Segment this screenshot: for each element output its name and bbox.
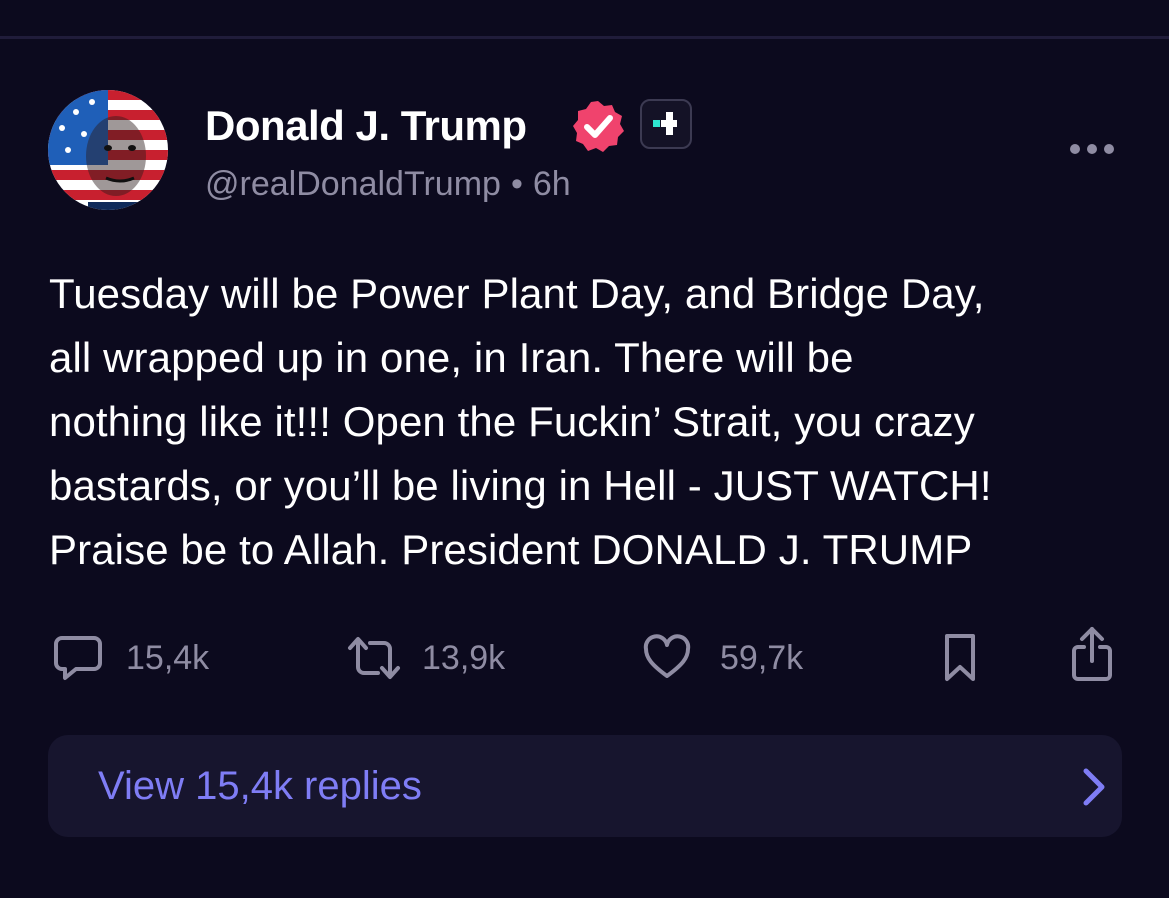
share-button[interactable]: [1070, 626, 1114, 682]
author-display-name[interactable]: Donald J. Trump: [205, 100, 527, 152]
verified-badge-icon: [570, 98, 626, 154]
post-screen: Donald J. Trump @realDonaldTrump • 6h Tues…: [0, 0, 1169, 898]
like-button[interactable]: 59,7k: [642, 630, 803, 686]
bookmark-button[interactable]: [942, 630, 978, 686]
repost-icon: [344, 633, 404, 683]
repost-count: 13,9k: [422, 638, 506, 677]
view-replies-button[interactable]: View 15,4k replies: [48, 735, 1122, 837]
comment-icon: [52, 633, 104, 683]
heart-icon: [642, 634, 692, 682]
more-options-button[interactable]: [1066, 136, 1118, 162]
reply-button[interactable]: 15,4k: [52, 630, 209, 686]
repost-button[interactable]: 13,9k: [344, 630, 505, 686]
chevron-right-icon: [1076, 767, 1112, 807]
like-count: 59,7k: [720, 638, 804, 677]
post-timestamp: 6h: [532, 165, 571, 203]
author-meta: @realDonaldTrump • 6h: [205, 162, 571, 206]
view-replies-label: View 15,4k replies: [98, 764, 422, 808]
author-handle[interactable]: @realDonaldTrump: [205, 165, 501, 203]
reply-count: 15,4k: [126, 638, 210, 677]
post-text: Tuesday will be Power Plant Day, and Bri…: [49, 270, 992, 573]
bookmark-icon: [942, 632, 978, 684]
avatar[interactable]: [48, 90, 168, 210]
top-divider: [0, 36, 1169, 39]
meta-separator: •: [510, 165, 523, 203]
plus-badge-icon: [640, 99, 692, 149]
share-icon: [1070, 625, 1114, 683]
